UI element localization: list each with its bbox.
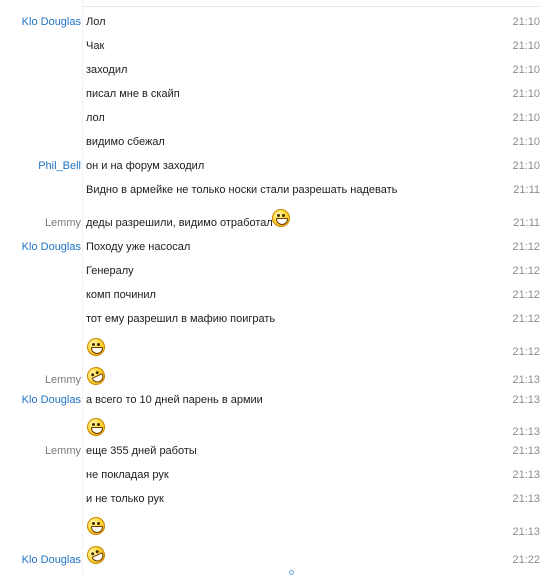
message-time: 21:22 — [512, 554, 540, 566]
message-text: видимо сбежал — [86, 136, 165, 148]
message-time: 21:13 — [512, 445, 540, 457]
laughing-emoticon-icon — [272, 209, 290, 227]
sender-name[interactable]: Lemmy — [45, 217, 81, 229]
message-time: 21:13 — [512, 426, 540, 438]
message-time: 21:12 — [512, 346, 540, 358]
message-column-divider — [82, 0, 83, 576]
message-time: 21:12 — [512, 289, 540, 301]
message-text: Походу уже насосал — [86, 241, 191, 253]
sender-name[interactable]: Lemmy — [45, 374, 81, 386]
message-time: 21:11 — [513, 217, 540, 229]
message-time: 21:13 — [512, 374, 540, 386]
sender-name[interactable]: Klo Douglas — [22, 241, 81, 253]
sender-name[interactable]: Klo Douglas — [22, 554, 81, 566]
message-time: 21:13 — [512, 394, 540, 406]
rolling-laughing-emoticon-icon — [84, 543, 108, 567]
message-text: не покладая рук — [86, 469, 169, 481]
message-text: писал мне в скайп — [86, 88, 180, 100]
message-time: 21:10 — [512, 40, 540, 52]
message-text: Лол — [86, 16, 106, 28]
message-text: тот ему разрешил в мафию поиграть — [86, 313, 276, 325]
message-text: комп починил — [86, 289, 156, 301]
top-separator — [82, 6, 540, 7]
message-text: Генералу — [86, 265, 134, 277]
laughing-emoticon-icon — [87, 517, 105, 535]
scroll-position-indicator[interactable] — [289, 570, 294, 575]
sender-name[interactable]: Klo Douglas — [22, 16, 81, 28]
message-time: 21:10 — [512, 112, 540, 124]
message-time: 21:12 — [512, 241, 540, 253]
message-text: он и на форум заходил — [86, 160, 205, 172]
message-text: еще 355 дней работы — [86, 445, 197, 457]
message-text: Видно в армейке не только носки стали ра… — [86, 184, 398, 196]
message-time: 21:10 — [512, 64, 540, 76]
message-time: 21:13 — [512, 526, 540, 538]
message-text: лол — [86, 112, 105, 124]
laughing-emoticon-icon — [87, 338, 105, 356]
message-time: 21:13 — [512, 469, 540, 481]
message-text: а всего то 10 дней парень в армии — [86, 394, 263, 406]
message-text: и не только рук — [86, 493, 164, 505]
sender-name[interactable]: Lemmy — [45, 445, 81, 457]
message-time: 21:11 — [513, 184, 540, 196]
message-time: 21:10 — [512, 88, 540, 100]
sender-name[interactable]: Klo Douglas — [22, 394, 81, 406]
sender-name[interactable]: Phil_Bell — [38, 160, 81, 172]
message-time: 21:12 — [512, 313, 540, 325]
message-time: 21:10 — [512, 160, 540, 172]
message-time: 21:12 — [512, 265, 540, 277]
rolling-laughing-emoticon-icon — [84, 364, 108, 388]
message-time: 21:13 — [512, 493, 540, 505]
message-text: Чак — [86, 40, 105, 52]
message-time: 21:10 — [512, 136, 540, 148]
message-text: деды разрешили, видимо отработал — [86, 217, 273, 229]
message-time: 21:10 — [512, 16, 540, 28]
message-text: заходил — [86, 64, 128, 76]
laughing-emoticon-icon — [87, 418, 105, 436]
